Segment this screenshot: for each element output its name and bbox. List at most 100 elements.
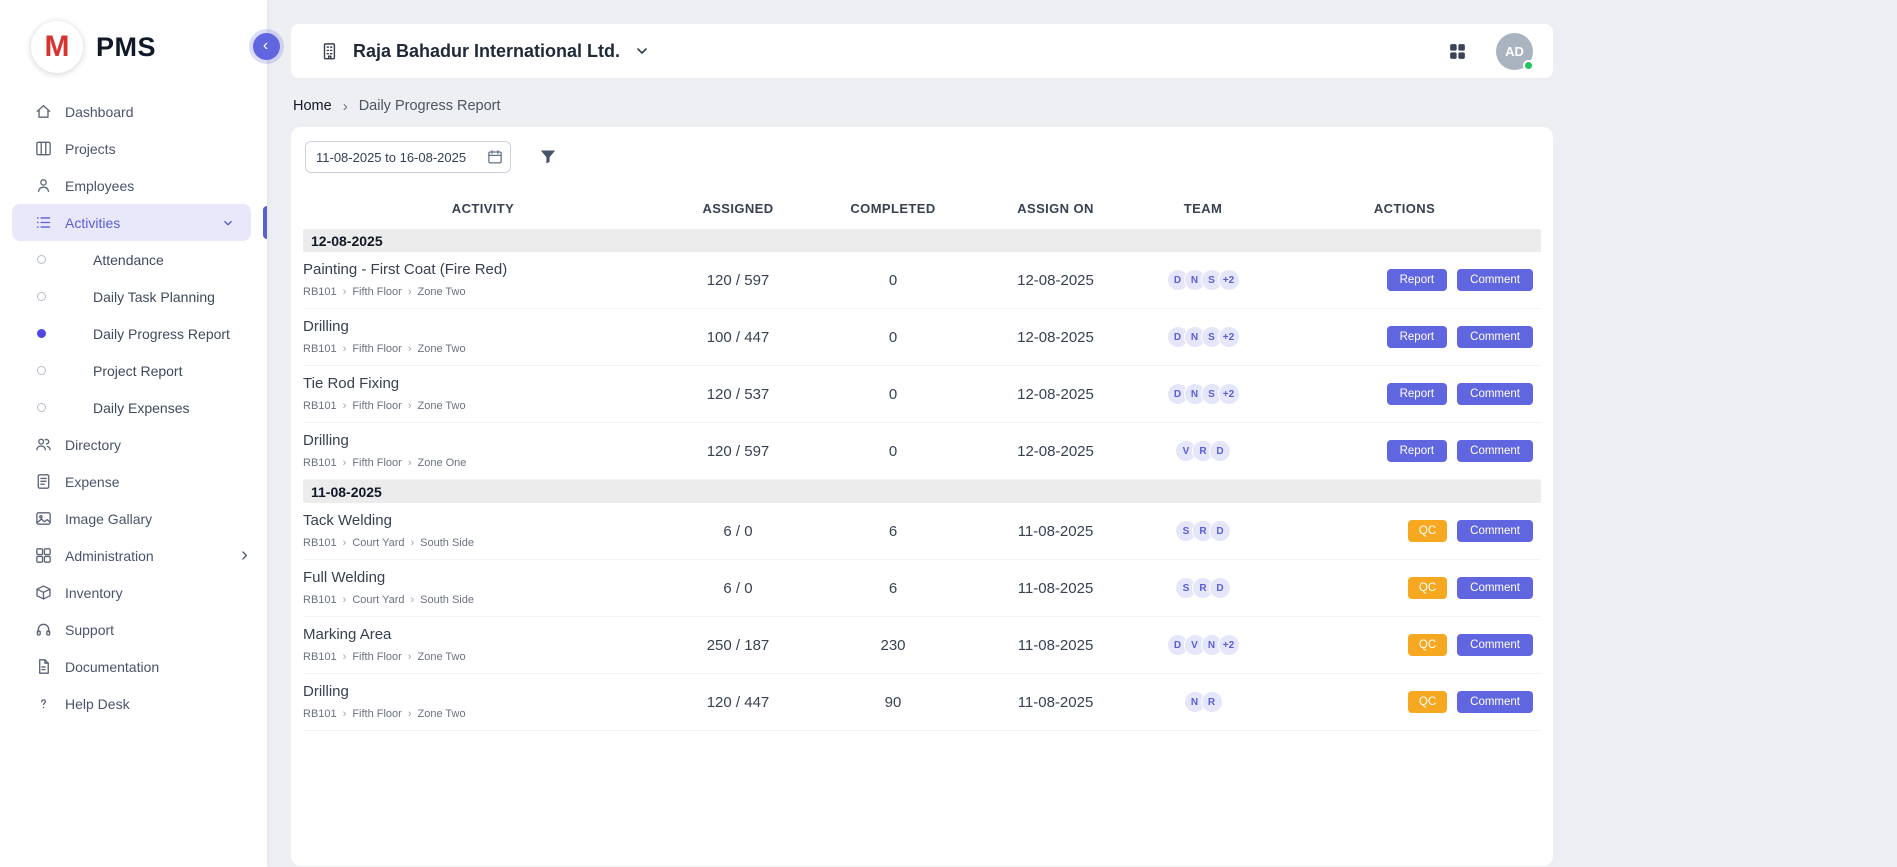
team-overflow-badge: +2 bbox=[1218, 383, 1240, 405]
receipt-icon bbox=[33, 472, 53, 492]
chevron-right-icon: › bbox=[343, 537, 347, 549]
chevron-right-icon: › bbox=[408, 708, 412, 720]
date-range-input[interactable] bbox=[305, 141, 511, 173]
sidebar-item-image-gallary[interactable]: Image Gallary bbox=[0, 500, 267, 537]
sidebar-subitem-daily-progress-report[interactable]: Daily Progress Report bbox=[0, 315, 267, 352]
sidebar-item-label: Help Desk bbox=[65, 696, 130, 712]
comment-button[interactable]: Comment bbox=[1457, 326, 1533, 348]
team-avatars: DNS+2 bbox=[1138, 269, 1268, 291]
sidebar-subitem-daily-task-planning[interactable]: Daily Task Planning bbox=[0, 278, 267, 315]
activity-path: RB101›Fifth Floor›Zone Two bbox=[303, 708, 663, 720]
qc-button[interactable]: QC bbox=[1408, 520, 1447, 542]
activity-path: RB101›Court Yard›South Side bbox=[303, 537, 663, 549]
activity-title: Tack Welding bbox=[303, 512, 663, 529]
assign-on-value: 12-08-2025 bbox=[973, 272, 1138, 289]
completed-value: 6 bbox=[813, 580, 973, 597]
path-project: RB101 bbox=[303, 594, 337, 606]
table-row: Tack Welding RB101›Court Yard›South Side… bbox=[303, 503, 1541, 560]
image-icon bbox=[33, 509, 53, 529]
sidebar-item-label: Dashboard bbox=[65, 104, 134, 120]
sidebar-item-expense[interactable]: Expense bbox=[0, 463, 267, 500]
report-button[interactable]: Report bbox=[1387, 440, 1448, 462]
activity-title: Marking Area bbox=[303, 626, 663, 643]
team-avatars: VRD bbox=[1138, 440, 1268, 462]
sidebar-subitem-project-report[interactable]: Project Report bbox=[0, 352, 267, 389]
chevron-right-icon: › bbox=[343, 286, 347, 298]
chevron-right-icon: › bbox=[343, 457, 347, 469]
comment-button[interactable]: Comment bbox=[1457, 440, 1533, 462]
bullet-icon bbox=[37, 255, 46, 264]
path-zone: Zone Two bbox=[418, 651, 466, 663]
bullet-icon bbox=[37, 292, 46, 301]
sidebar-item-dashboard[interactable]: Dashboard bbox=[0, 93, 267, 130]
assigned-value: 120 / 537 bbox=[663, 386, 813, 403]
report-button[interactable]: Report bbox=[1387, 269, 1448, 291]
company-selector[interactable]: Raja Bahadur International Ltd. bbox=[319, 40, 650, 62]
home-icon bbox=[33, 102, 53, 122]
chevron-left-icon: ‹ bbox=[263, 38, 268, 54]
team-avatars: DNS+2 bbox=[1138, 326, 1268, 348]
comment-button[interactable]: Comment bbox=[1457, 383, 1533, 405]
team-avatar: D bbox=[1209, 577, 1231, 599]
breadcrumb-current: Daily Progress Report bbox=[359, 98, 501, 114]
path-project: RB101 bbox=[303, 286, 337, 298]
report-button[interactable]: Report bbox=[1387, 326, 1448, 348]
apps-grid-icon[interactable] bbox=[1447, 41, 1468, 62]
activity-path: RB101›Fifth Floor›Zone Two bbox=[303, 400, 663, 412]
sidebar-item-label: Documentation bbox=[65, 659, 159, 675]
sidebar-subitem-daily-expenses[interactable]: Daily Expenses bbox=[0, 389, 267, 426]
team-avatars: DVN+2 bbox=[1138, 634, 1268, 656]
completed-value: 230 bbox=[813, 637, 973, 654]
assign-on-value: 11-08-2025 bbox=[973, 694, 1138, 711]
comment-button[interactable]: Comment bbox=[1457, 577, 1533, 599]
table-row: Marking Area RB101›Fifth Floor›Zone Two … bbox=[303, 617, 1541, 674]
comment-button[interactable]: Comment bbox=[1457, 520, 1533, 542]
users-icon bbox=[33, 435, 53, 455]
sidebar-item-directory[interactable]: Directory bbox=[0, 426, 267, 463]
team-overflow-badge: +2 bbox=[1218, 634, 1240, 656]
sidebar-item-employees[interactable]: Employees bbox=[0, 167, 267, 204]
filter-button[interactable] bbox=[538, 147, 558, 167]
app-name: PMS bbox=[96, 32, 156, 63]
path-project: RB101 bbox=[303, 651, 337, 663]
table-header: ACTIVITY ASSIGNED COMPLETED ASSIGN ON TE… bbox=[303, 187, 1541, 229]
completed-value: 6 bbox=[813, 523, 973, 540]
assigned-value: 250 / 187 bbox=[663, 637, 813, 654]
user-menu[interactable]: AD bbox=[1496, 33, 1533, 70]
activity-title: Drilling bbox=[303, 432, 663, 449]
chevron-right-icon: › bbox=[343, 400, 347, 412]
comment-button[interactable]: Comment bbox=[1457, 269, 1533, 291]
sidebar-item-help-desk[interactable]: Help Desk bbox=[0, 685, 267, 722]
path-project: RB101 bbox=[303, 457, 337, 469]
report-button[interactable]: Report bbox=[1387, 383, 1448, 405]
path-zone: Zone Two bbox=[418, 286, 466, 298]
path-project: RB101 bbox=[303, 400, 337, 412]
comment-button[interactable]: Comment bbox=[1457, 634, 1533, 656]
path-floor: Court Yard bbox=[352, 537, 404, 549]
qc-button[interactable]: QC bbox=[1408, 577, 1447, 599]
sidebar-item-activities[interactable]: Activities bbox=[12, 204, 251, 241]
sidebar-item-inventory[interactable]: Inventory bbox=[0, 574, 267, 611]
sidebar-item-label: Employees bbox=[65, 178, 134, 194]
assigned-value: 120 / 597 bbox=[663, 443, 813, 460]
help-icon bbox=[33, 694, 53, 714]
sidebar-subitem-attendance[interactable]: Attendance bbox=[0, 241, 267, 278]
report-card: ACTIVITY ASSIGNED COMPLETED ASSIGN ON TE… bbox=[291, 127, 1553, 866]
filter-row bbox=[305, 141, 1541, 173]
sidebar-item-projects[interactable]: Projects bbox=[0, 130, 267, 167]
breadcrumb-home[interactable]: Home bbox=[293, 98, 332, 114]
chevron-down-icon bbox=[634, 43, 650, 59]
comment-button[interactable]: Comment bbox=[1457, 691, 1533, 713]
sidebar-collapse-button[interactable]: ‹ bbox=[253, 33, 280, 60]
sidebar-item-administration[interactable]: Administration bbox=[0, 537, 267, 574]
table-row: Tie Rod Fixing RB101›Fifth Floor›Zone Tw… bbox=[303, 366, 1541, 423]
team-avatar: D bbox=[1209, 520, 1231, 542]
sidebar-item-support[interactable]: Support bbox=[0, 611, 267, 648]
top-header: Raja Bahadur International Ltd. AD bbox=[291, 24, 1553, 78]
path-floor: Fifth Floor bbox=[352, 400, 402, 412]
path-zone: South Side bbox=[420, 594, 474, 606]
sidebar-item-documentation[interactable]: Documentation bbox=[0, 648, 267, 685]
column-header-team: TEAM bbox=[1138, 201, 1268, 216]
qc-button[interactable]: QC bbox=[1408, 634, 1447, 656]
qc-button[interactable]: QC bbox=[1408, 691, 1447, 713]
